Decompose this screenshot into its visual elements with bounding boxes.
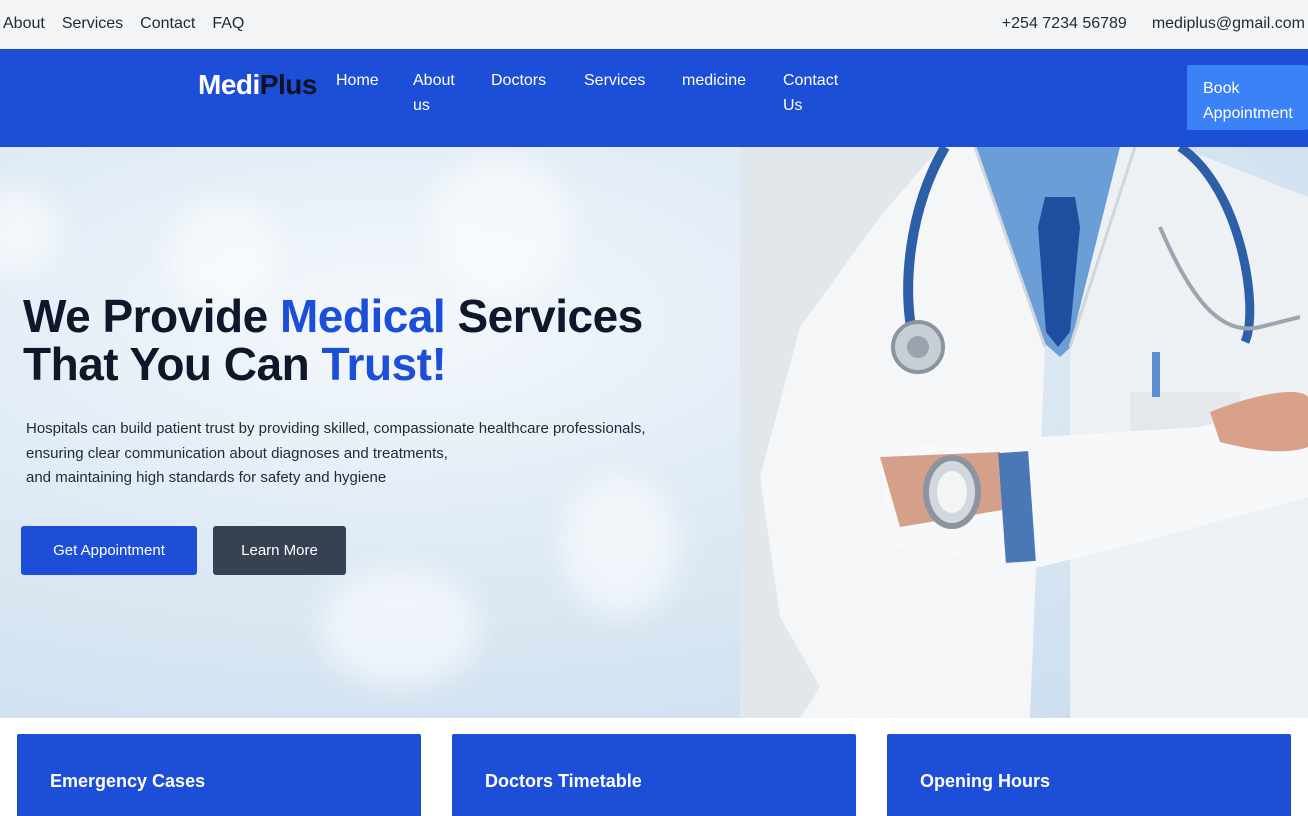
nav-item-home[interactable]: Home: [336, 68, 379, 93]
email-address[interactable]: mediplus@gmail.com: [1152, 15, 1305, 33]
logo-text-medi: Medi: [198, 69, 260, 100]
card-title: Opening Hours: [920, 771, 1050, 791]
card-emergency-cases[interactable]: Emergency Cases: [17, 734, 421, 816]
headline-text: Services: [445, 290, 643, 342]
book-button-label: Appointment: [1203, 105, 1293, 122]
nav-item-medicine[interactable]: medicine: [682, 68, 746, 93]
hero-description: Hospitals can build patient trust by pro…: [26, 417, 746, 491]
book-appointment-button[interactable]: Book Appointment: [1187, 65, 1308, 130]
headline-line-1: We Provide Medical Services: [23, 292, 643, 340]
headline-highlight: Trust!: [321, 338, 447, 390]
get-appointment-button[interactable]: Get Appointment: [21, 526, 197, 575]
nav-item-label: Contact: [783, 72, 839, 89]
card-doctors-timetable[interactable]: Doctors Timetable: [452, 734, 856, 816]
nav-item-label: Services: [584, 72, 646, 89]
top-links: About Services Contact FAQ: [3, 15, 244, 33]
doctor-image: [740, 147, 1308, 718]
bokeh-light: [0, 187, 60, 277]
nav-item-services[interactable]: Services: [584, 68, 645, 93]
nav-item-contact[interactable]: Contact Us: [783, 68, 838, 118]
headline-text: We Provide: [23, 290, 280, 342]
card-title: Emergency Cases: [50, 771, 206, 791]
main-navbar: MediPlus Home About us Doctors Services …: [0, 49, 1308, 147]
bokeh-light: [560, 477, 680, 617]
nav-item-label: Home: [336, 72, 379, 89]
card-opening-hours[interactable]: Opening Hours: [887, 734, 1291, 816]
nav-item-label: medicine: [682, 72, 747, 89]
headline-line-2: That You Can Trust!: [23, 340, 643, 388]
phone-number[interactable]: +254 7234 56789: [1002, 15, 1127, 33]
bokeh-light: [430, 157, 570, 297]
learn-more-button[interactable]: Learn More: [213, 526, 346, 575]
headline-highlight: Medical: [279, 290, 446, 342]
hero-headline: We Provide Medical Services That You Can…: [23, 292, 643, 388]
card-title: Doctors Timetable: [485, 771, 642, 791]
headline-text: That You Can: [23, 338, 322, 390]
logo[interactable]: MediPlus: [198, 69, 317, 101]
description-line: Hospitals can build patient trust by pro…: [26, 420, 646, 437]
bokeh-light: [320, 567, 480, 687]
hero-section: We Provide Medical Services That You Can…: [0, 147, 1308, 718]
nav-item-doctors[interactable]: Doctors: [491, 68, 546, 93]
nav-item-label: Us: [783, 97, 803, 114]
nav-item-label: Doctors: [491, 72, 547, 89]
top-link-faq[interactable]: FAQ: [212, 15, 244, 33]
description-line: ensuring clear communication about diagn…: [26, 444, 448, 462]
book-button-label: Book: [1203, 80, 1240, 97]
description-line: and maintaining high standards for safet…: [26, 469, 387, 486]
top-contact-info: +254 7234 56789 mediplus@gmail.com: [1002, 15, 1305, 33]
top-utility-bar: About Services Contact FAQ +254 7234 567…: [0, 0, 1308, 49]
top-link-contact[interactable]: Contact: [140, 15, 195, 33]
nav-item-label: us: [413, 97, 430, 114]
top-link-about[interactable]: About: [3, 15, 45, 33]
nav-item-about[interactable]: About us: [413, 68, 455, 118]
logo-text-plus: Plus: [259, 69, 318, 100]
top-link-services[interactable]: Services: [62, 15, 123, 33]
nav-item-label: About: [413, 72, 455, 89]
